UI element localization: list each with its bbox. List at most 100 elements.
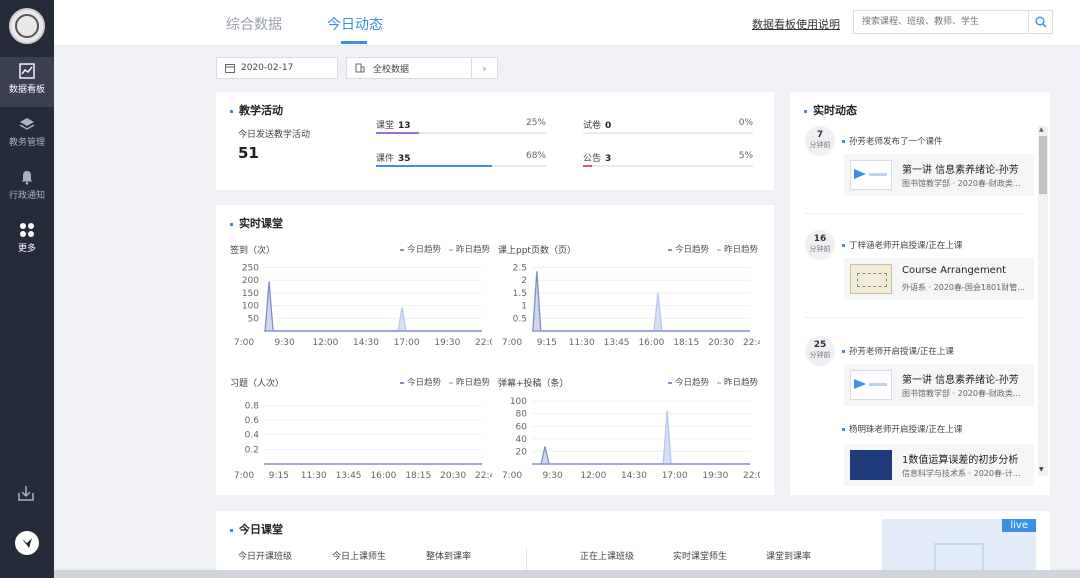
scrollbar[interactable]: ▲ ▼ (1038, 126, 1048, 476)
progress-track (376, 132, 546, 134)
scrollbar-thumb[interactable] (1039, 136, 1047, 194)
y-tick-label: 150 (242, 289, 259, 299)
legend-today[interactable]: 今日趋势 (400, 245, 441, 255)
x-tick-label: 22:45 (743, 338, 760, 348)
legend-today[interactable]: 今日趋势 (668, 378, 709, 388)
y-tick-label: 50 (248, 314, 260, 324)
series-today-area (532, 446, 750, 464)
series-today-line (532, 446, 750, 465)
progress-track (376, 165, 546, 167)
stat-percent: 0% (738, 118, 753, 128)
card-title: 教学活动 (230, 102, 283, 118)
sidebar-item-label: 更多 (17, 244, 36, 254)
legend-yesterday[interactable]: 昨日趋势 (449, 245, 490, 255)
search-input[interactable] (854, 11, 1028, 33)
x-tick-label: 19:30 (434, 338, 460, 348)
progress-fill (376, 132, 419, 134)
x-tick-label: 7:00 (234, 471, 254, 481)
divider (804, 317, 1024, 318)
stat-label: 整体到课率 (426, 552, 472, 562)
feed-item-subtitle: 信息科学与技术系 · 2020春-计... (902, 469, 1021, 478)
activity-today-count: 51 (238, 144, 259, 162)
sidebar-item-label: 数据看板 (8, 85, 45, 95)
stat-value: 0 (605, 121, 612, 131)
progress-track (583, 132, 753, 134)
feed-item-title: 第一讲 信息素养绪论-孙芳 (902, 165, 1019, 176)
series-yesterday-line (532, 410, 750, 465)
feed-item[interactable]: 第一讲 信息素养绪论-孙芳 图书馆教学部 · 2020春-财政类... (844, 364, 1034, 406)
download-icon[interactable] (17, 484, 35, 502)
sidebar-item-more[interactable]: 更多 (0, 216, 54, 266)
y-tick-label: 1 (521, 302, 527, 312)
bell-icon (21, 171, 33, 185)
x-tick-label: 9:30 (543, 471, 563, 481)
y-tick-label: 0.2 (245, 445, 259, 455)
x-tick-label: 9:30 (275, 338, 295, 348)
feed-item[interactable]: Course Arrangement 外语系 · 2020春-国会1801财管.… (844, 258, 1034, 300)
school-logo[interactable] (9, 8, 45, 44)
feed-item[interactable]: 1数值运算误差的初步分析 信息科学与技术系 · 2020春-计... (844, 444, 1034, 486)
scroll-down-icon[interactable]: ▼ (1039, 466, 1044, 473)
x-tick-label: 11:30 (301, 471, 327, 481)
legend-yesterday[interactable]: 昨日趋势 (449, 378, 490, 388)
x-tick-label: 12:00 (312, 338, 338, 348)
stat-label: 今日开课班级 (238, 552, 293, 562)
sidebar-item-admin[interactable]: 行政通知 (0, 163, 54, 213)
y-tick-label: 0.5 (513, 314, 527, 324)
x-tick-label: 18:15 (405, 471, 431, 481)
x-tick-label: 20:30 (708, 338, 734, 348)
calendar-icon (225, 64, 235, 73)
layers-icon (19, 118, 35, 130)
legend-today[interactable]: 今日趋势 (668, 245, 709, 255)
feed-time: 25 分钟前 (809, 340, 831, 359)
courseware-thumbnail (850, 160, 892, 190)
x-tick-label: 7:00 (234, 338, 254, 348)
y-tick-label: 0.4 (245, 431, 260, 441)
tab-today[interactable]: 今日动态 (327, 14, 383, 34)
scope-selector[interactable]: 全校数据 › (346, 57, 498, 79)
live-feed-card: 实时动态 7 分钟前 孙芳老师发布了一个课件 第一讲 信息素养绪论-孙芳 图书馆教… (790, 92, 1050, 495)
chevron-right-icon[interactable]: › (471, 58, 497, 78)
chart-plot: 250 200 150 100 50 7:00 9:30 12:00 14:30 17:00 19:… (234, 264, 492, 348)
chart-plot: 0.8 0.6 0.4 0.2 7:00 9:15 11:30 13:45 16:00 18:15… (234, 401, 492, 481)
legend-yesterday[interactable]: 昨日趋势 (717, 245, 758, 255)
brand-icon[interactable] (15, 531, 39, 555)
feed-item-title: 1数值运算误差的初步分析 (902, 455, 1019, 466)
search-button[interactable] (1028, 11, 1052, 33)
progress-track (583, 165, 753, 167)
x-tick-label: 18:15 (673, 338, 699, 348)
date-value: 2020-02-17 (241, 63, 294, 73)
courseware-thumbnail (850, 450, 892, 480)
help-link[interactable]: 数据看板使用说明 (752, 16, 840, 32)
date-picker[interactable]: 2020-02-17 (216, 57, 338, 79)
chart-danmaku: 弹幕+投稿（条） 今日趋势 昨日趋势 100 80 60 40 20 7:00 9:30 12:… (498, 370, 760, 482)
stat-value: 13 (398, 121, 411, 131)
feed-text: 丁梓涵老师开启授课/正在上课 (842, 239, 962, 251)
feed-item[interactable]: 第一讲 信息素养绪论-孙芳 图书馆教学部 · 2020春-财政类... (844, 154, 1034, 196)
chart-plot: 100 80 60 40 20 7:00 9:30 12:00 14:30 17:00 19:30 2… (502, 397, 760, 481)
search-icon (1035, 16, 1046, 28)
scroll-up-icon[interactable]: ▲ (1039, 126, 1044, 133)
sidebar-item-dashboard[interactable]: 数据看板 (0, 57, 54, 107)
live-badge: live (1002, 519, 1036, 532)
stat-name: 公告 (583, 154, 602, 164)
y-tick-label: 2.5 (513, 264, 527, 274)
live-classroom-card: 实时课堂 签到（次） 今日趋势 昨日趋势 250 200 150 100 50 7:00 9:… (216, 205, 774, 495)
series-yesterday-area (264, 307, 482, 331)
stat-label: 实时课堂师生 (673, 552, 728, 562)
chart-icon (19, 63, 35, 79)
x-tick-label: 7:00 (502, 338, 522, 348)
building-icon (355, 63, 365, 73)
tab-overview[interactable]: 综合数据 (226, 14, 282, 34)
feed-time: 7 分钟前 (809, 130, 831, 149)
x-tick-label: 11:30 (569, 338, 595, 348)
grid-icon (20, 223, 34, 237)
stat-name: 课件 (376, 154, 395, 164)
sidebar-item-edu[interactable]: 教务管理 (0, 110, 54, 160)
legend-yesterday[interactable]: 昨日趋势 (717, 378, 758, 388)
feed-item-subtitle: 图书馆教学部 · 2020春-财政类... (902, 179, 1021, 188)
feed-item-subtitle: 外语系 · 2020春-国会1801财管... (902, 283, 1025, 292)
chart-signin: 签到（次） 今日趋势 昨日趋势 250 200 150 100 50 7:00 9:30 12:… (230, 237, 492, 349)
x-tick-label: 12:00 (580, 471, 606, 481)
legend-today[interactable]: 今日趋势 (400, 378, 441, 388)
